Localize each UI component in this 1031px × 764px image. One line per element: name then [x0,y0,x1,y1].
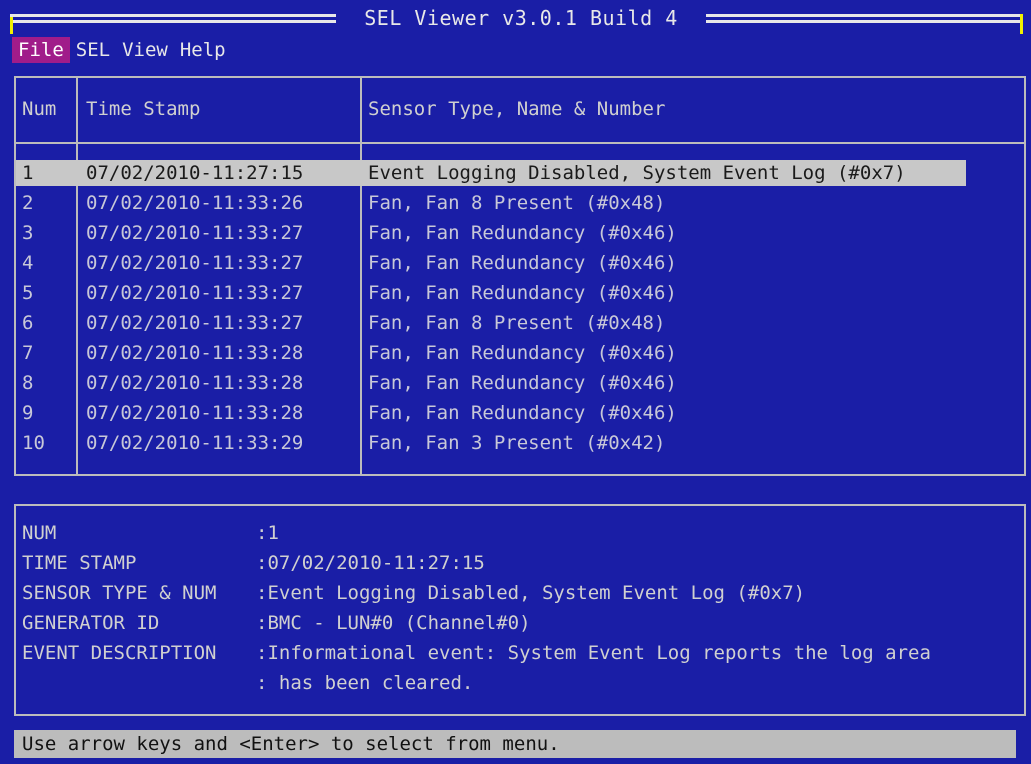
detail-generator-label: GENERATOR ID [22,612,160,634]
menu-sel[interactable]: SEL [70,37,116,63]
table-row[interactable]: 6 07/02/2010-11:33:27 Fan, Fan 8 Present (… [16,308,1024,338]
cell-num: 2 [22,192,34,214]
table-row[interactable]: 4 07/02/2010-11:33:27 Fan, Fan Redundancy … [16,248,1024,278]
table-row[interactable]: 5 07/02/2010-11:33:27 Fan, Fan Redundancy … [16,278,1024,308]
detail-generator-value: :BMC - LUN#0 (Channel#0) [256,612,531,634]
table-row[interactable]: 9 07/02/2010-11:33:28 Fan, Fan Redundancy … [16,398,1024,428]
cell-num: 5 [22,282,34,304]
cell-num: 7 [22,342,34,364]
cell-sensor: Fan, Fan Redundancy (#0x46) [368,372,677,394]
cell-num: 6 [22,312,34,334]
title-rule-left-bottom [13,20,336,23]
window-title: SEL Viewer v3.0.1 Build 4 [336,6,706,30]
cell-time-stamp: 07/02/2010-11:33:27 [86,282,304,304]
cell-time-stamp: 07/02/2010-11:33:28 [86,372,304,394]
detail-num-label: NUM [22,522,57,544]
cell-num: 3 [22,222,34,244]
detail-time-value: :07/02/2010-11:27:15 [256,552,485,574]
table-row[interactable]: 8 07/02/2010-11:33:28 Fan, Fan Redundancy … [16,368,1024,398]
cell-sensor: Fan, Fan Redundancy (#0x46) [368,282,677,304]
detail-num-value: :1 [256,522,279,544]
cell-time-stamp: 07/02/2010-11:27:15 [86,162,304,184]
table-row[interactable]: 7 07/02/2010-11:33:28 Fan, Fan Redundancy … [16,338,1024,368]
cell-sensor: Fan, Fan Redundancy (#0x46) [368,222,677,244]
menu-file[interactable]: File [12,37,70,63]
title-rule-left-top [10,14,336,17]
menu-bar: File SEL View Help [12,37,1023,63]
detail-sensor-value: :Event Logging Disabled, System Event Lo… [256,582,806,604]
cell-num: 10 [22,432,45,454]
cell-time-stamp: 07/02/2010-11:33:26 [86,192,304,214]
menu-help[interactable]: Help [174,37,232,63]
header-num[interactable]: Num [22,98,56,120]
cell-sensor: Event Logging Disabled, System Event Log… [368,162,906,184]
title-corner-right [1020,14,1023,34]
table-row[interactable]: 3 07/02/2010-11:33:27 Fan, Fan Redundancy … [16,218,1024,248]
header-time-stamp[interactable]: Time Stamp [86,98,200,120]
detail-event-value-line2: : has been cleared. [256,672,474,694]
cell-num: 4 [22,252,34,274]
cell-sensor: Fan, Fan Redundancy (#0x46) [368,342,677,364]
title-bar: SEL Viewer v3.0.1 Build 4 [0,0,1031,34]
cell-time-stamp: 07/02/2010-11:33:28 [86,402,304,424]
event-table: Num Time Stamp Sensor Type, Name & Numbe… [14,76,1026,476]
status-bar: Use arrow keys and <Enter> to select fro… [14,730,1016,758]
cell-sensor: Fan, Fan 8 Present (#0x48) [368,192,666,214]
detail-event-value-line1: :Informational event: System Event Log r… [256,642,931,664]
title-rule-right-bottom [706,20,1020,23]
table-header: Num Time Stamp Sensor Type, Name & Numbe… [16,78,1024,144]
cell-num: 1 [22,162,34,184]
detail-event-label: EVENT DESCRIPTION [22,642,217,664]
header-sensor[interactable]: Sensor Type, Name & Number [368,98,665,120]
cell-time-stamp: 07/02/2010-11:33:27 [86,312,304,334]
cell-sensor: Fan, Fan Redundancy (#0x46) [368,402,677,424]
cell-num: 8 [22,372,34,394]
table-row[interactable]: 1 07/02/2010-11:27:15 Event Logging Disabl… [16,158,1024,188]
cell-sensor: Fan, Fan 3 Present (#0x42) [368,432,666,454]
cell-time-stamp: 07/02/2010-11:33:27 [86,222,304,244]
title-corner-left [10,14,13,34]
detail-sensor-label: SENSOR TYPE & NUM [22,582,217,604]
cell-num: 9 [22,402,34,424]
menu-view[interactable]: View [116,37,174,63]
cell-sensor: Fan, Fan 8 Present (#0x48) [368,312,666,334]
cell-time-stamp: 07/02/2010-11:33:28 [86,342,304,364]
cell-sensor: Fan, Fan Redundancy (#0x46) [368,252,677,274]
cell-time-stamp: 07/02/2010-11:33:27 [86,252,304,274]
event-detail-panel: NUM :1 TIME STAMP :07/02/2010-11:27:15 S… [14,504,1026,716]
table-row[interactable]: 2 07/02/2010-11:33:26 Fan, Fan 8 Present (… [16,188,1024,218]
detail-time-label: TIME STAMP [22,552,137,574]
table-row[interactable]: 10 07/02/2010-11:33:29 Fan, Fan 3 Present … [16,428,1024,458]
cell-time-stamp: 07/02/2010-11:33:29 [86,432,304,454]
title-rule-right-top [706,14,1023,17]
